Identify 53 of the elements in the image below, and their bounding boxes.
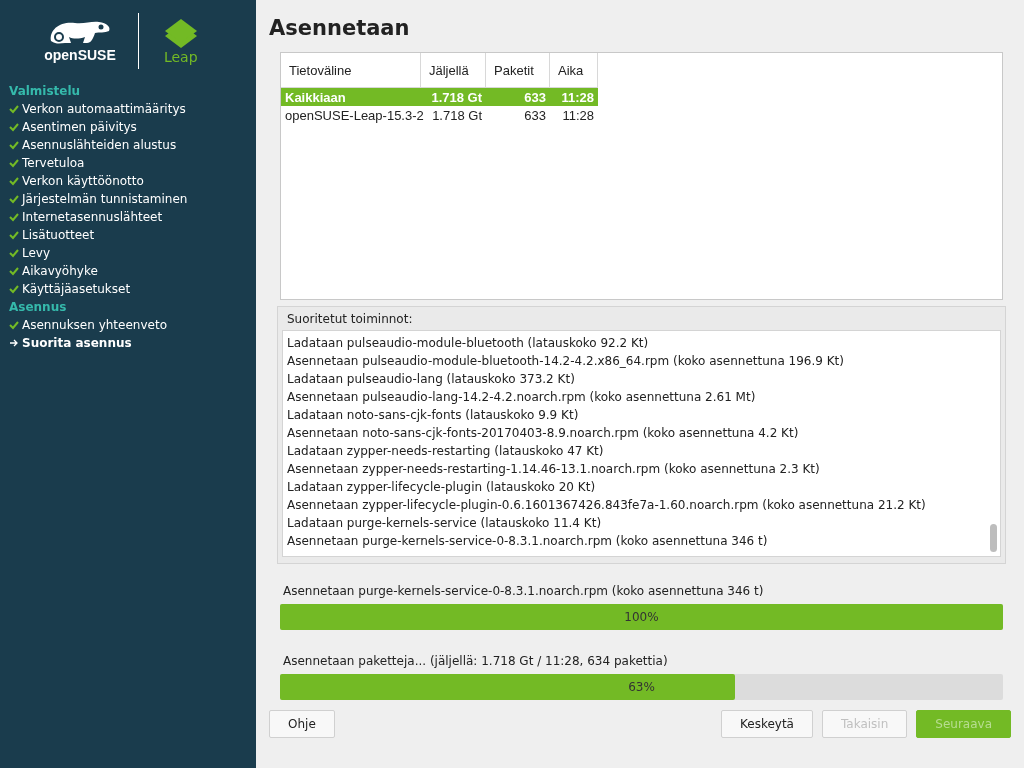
logo-text: openSUSE [44,47,116,63]
column-header[interactable]: Paketit [486,53,550,87]
progress-label: Asennetaan purge-kernels-service-0-8.3.1.noarch.rpm (koko asennettuna 346 t) [282,584,765,598]
log-line: Asennetaan purge-kernels-service-0-8.3.1.noarch.rpm (koko asennettuna 346 t) [287,533,769,550]
step-label: Suorita asennus [22,335,132,352]
log-line: Ladataan pulseaudio-lang (latauskoko 373.2 Kt) [287,371,576,388]
log-line: Ladataan zypper-needs-restarting (latauskoko 47 Kt) [287,443,605,460]
table-cell-text: 1.718 Gt [430,89,483,105]
check-icon [9,320,19,330]
action-button[interactable]: Keskeytä [721,710,813,738]
column-header[interactable]: Jäljellä [421,53,486,87]
progress-percent: 63% [627,679,656,696]
step-label: Internetasennuslähteet [22,209,163,226]
log-line: Asennetaan zypper-lifecycle-plugin-0.6.1601367426.843fe7a-1.60.noarch.rpm (koko asennettuna 21.2 Kt) [287,497,927,514]
table-cell-text: 633 [523,107,547,123]
page-title: Asennetaan [269,16,411,40]
table-cell-text: openSUSE-Leap-15.3-2 [284,107,421,123]
table-cell-text: 11:28 [561,107,595,123]
step-label: Aikavyöhyke [22,263,98,280]
log-line: Asennetaan noto-sans-cjk-fonts-20170403-8.9.noarch.rpm (koko asennettuna 4.2 Kt) [287,425,800,442]
column-header[interactable]: Aika [550,53,598,87]
step-label: Tervetuloa [22,155,85,172]
log-line: Ladataan zypper-lifecycle-plugin (latauskoko 20 Kt) [287,479,597,496]
progress-label: Asennetaan paketteja... (jäljellä: 1.718 Gt / 11:28, 634 pakettia) [282,654,669,668]
step-label: Asennuslähteiden alustus [22,137,177,154]
step-label: Käyttäjäasetukset [22,281,131,298]
step-label: Asennuksen yhteenveto [22,317,167,334]
step-label: Verkon käyttöönotto [22,173,144,190]
arrow-icon [9,338,19,348]
column-header[interactable]: Tietoväline [281,53,421,87]
log-line: Asennetaan zypper-needs-restarting-1.14.46-13.1.noarch.rpm (koko asennettuna 2.3 Kt) [287,461,821,478]
table-cell-text: 11:28 [560,89,595,105]
table-cell-text: 1.718 Gt [431,107,483,123]
log-line: Asennetaan pulseaudio-lang-14.2-4.2.noarch.rpm (koko asennettuna 2.61 Mt) [287,389,757,406]
log-label: Suoritetut toiminnot: [286,311,414,328]
step-label: Lisätuotteet [22,227,95,244]
log-line: Ladataan pulseaudio-module-bluetooth (latauskoko 92.2 Kt) [287,335,650,352]
section-heading: Valmistelu [9,83,82,100]
step-label: Verkon automaattimääritys [22,101,186,118]
scrollbar-thumb[interactable] [990,524,997,552]
log-line: Ladataan purge-kernels-service (latauskoko 11.4 Kt) [287,515,603,532]
step-label: Järjestelmän tunnistaminen [22,191,188,208]
log-line: Ladataan noto-sans-cjk-fonts (latauskoko 9.9 Kt) [287,407,580,424]
table-cell-text: 633 [523,89,547,105]
table-row[interactable]: openSUSE-Leap-15.3-2 1.718 Gt 633 11:28 [281,106,598,124]
progress-percent: 100% [623,609,660,626]
section-heading: Asennus [9,299,68,316]
step-label: Levy [22,245,51,262]
step-label: Asentimen päivitys [22,119,137,136]
log-line: Asennetaan pulseaudio-module-bluetooth-14.2-4.2.x86_64.rpm (koko asennettuna 196.9 Kt) [287,353,845,370]
product-name: Leap [163,49,198,65]
table-cell-text: Kaikkiaan [284,89,347,105]
action-button[interactable]: Ohje [269,710,335,738]
